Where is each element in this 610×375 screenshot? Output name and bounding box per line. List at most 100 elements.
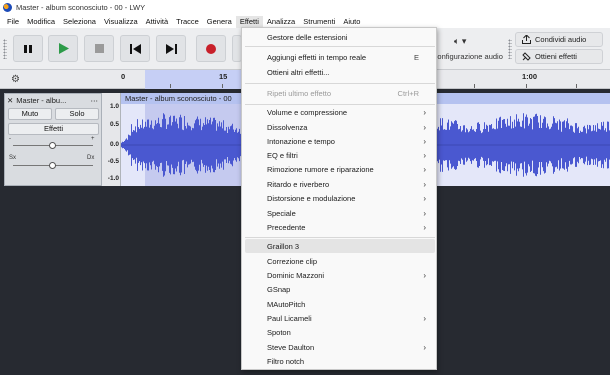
menu-item-shortcut: E	[413, 52, 419, 62]
close-track-icon[interactable]: ✕	[7, 96, 13, 105]
ruler-mark	[526, 84, 527, 88]
menu-separator	[245, 237, 435, 238]
menu-file[interactable]: File	[3, 16, 23, 28]
timeline-settings-icon[interactable]: ⚙	[9, 73, 22, 86]
track-effects-button[interactable]: Effetti	[8, 123, 99, 135]
menu-analizza[interactable]: Analizza	[263, 16, 299, 28]
menu-item-plugin-manager[interactable]: Gestore delle estensioni	[245, 30, 435, 44]
upload-icon	[522, 35, 531, 44]
title-bar: Master - album sconosciuto - 00 - LWY	[0, 0, 610, 15]
menu-item-delay-reverb[interactable]: Ritardo e riverbero ›	[245, 177, 435, 191]
chevron-right-icon: ›	[423, 122, 426, 132]
speaker-icon: 🔈︎ ▾	[454, 36, 467, 46]
menu-item-label: Filtro notch	[267, 356, 305, 366]
amplitude-scale: 1.0 0.5 0.0 -0.5 -1.0	[102, 93, 121, 186]
chevron-right-icon: ›	[423, 136, 426, 146]
scale-label: -0.5	[107, 158, 119, 165]
pan-slider-knob[interactable]	[49, 162, 56, 169]
ruler-mark	[170, 84, 171, 88]
menu-item-noise-removal[interactable]: Rimozione rumore e riparazione ›	[245, 162, 435, 176]
menu-tracce[interactable]: Tracce	[172, 16, 203, 28]
plugin-icon	[522, 52, 531, 61]
menu-item-steve-daulton[interactable]: Steve Daulton ›	[245, 340, 435, 354]
menu-item-pitch-tempo[interactable]: Intonazione e tempo ›	[245, 134, 435, 148]
window-title: Master - album sconosciuto - 00 - LWY	[16, 3, 146, 12]
scale-label: 1.0	[109, 103, 119, 110]
menu-item-distortion-modulation[interactable]: Distorsione e modulazione ›	[245, 191, 435, 205]
gain-slider-knob[interactable]	[49, 142, 56, 149]
track-menu-icon[interactable]: ⋯	[91, 96, 99, 105]
menu-attivita[interactable]: Attività	[142, 16, 173, 28]
menu-strumenti[interactable]: Strumenti	[299, 16, 339, 28]
menu-item-label: Speciale	[267, 208, 296, 218]
menu-item-mautopitch[interactable]: MAutoPitch	[245, 297, 435, 311]
menu-item-volume-compression[interactable]: Volume e compressione ›	[245, 105, 435, 119]
share-audio-button[interactable]: Condividi audio	[515, 32, 603, 47]
mute-button[interactable]: Muto	[8, 108, 52, 120]
skip-to-start-button[interactable]	[120, 35, 150, 62]
scale-label: 0.0	[109, 141, 119, 148]
toolbar-grip[interactable]	[3, 39, 7, 59]
menu-item-label: Steve Daulton	[267, 342, 315, 352]
pause-button[interactable]	[13, 35, 43, 62]
menu-item-get-more-effects[interactable]: Ottieni altri effetti...	[245, 65, 435, 79]
menu-item-label: EQ e filtri	[267, 150, 298, 160]
menu-item-legacy[interactable]: Precedente ›	[245, 220, 435, 234]
chevron-right-icon: ›	[423, 164, 426, 174]
menu-item-graillon-3[interactable]: Graillon 3	[245, 239, 435, 253]
record-button[interactable]	[196, 35, 226, 62]
track-header: ✕ Master - albu... ⋯	[5, 94, 101, 106]
menu-item-fading[interactable]: Dissolvenza ›	[245, 120, 435, 134]
solo-button[interactable]: Solo	[55, 108, 99, 120]
chevron-right-icon: ›	[423, 270, 426, 280]
chevron-right-icon: ›	[423, 179, 426, 189]
ruler-mark	[222, 84, 223, 88]
menu-item-eq-filters[interactable]: EQ e filtri ›	[245, 148, 435, 162]
menu-item-label: Graillon 3	[267, 241, 300, 251]
pan-left-label: Sx	[9, 155, 17, 161]
toolbar-grip-2[interactable]	[508, 39, 512, 59]
menu-item-label: Distorsione e modulazione	[267, 193, 356, 203]
menu-separator	[245, 83, 435, 84]
scale-label: -1.0	[107, 175, 119, 182]
menu-item-label: Aggiungi effetti in tempo reale	[267, 52, 367, 62]
menu-genera[interactable]: Genera	[203, 16, 236, 28]
get-effects-button[interactable]: Ottieni effetti	[515, 49, 603, 64]
skip-to-end-button[interactable]	[156, 35, 186, 62]
stop-icon	[94, 44, 104, 53]
menu-item-label: Correzione clip	[267, 256, 318, 266]
menu-effetti[interactable]: Effetti	[235, 15, 263, 28]
audio-setup-label: Configurazione audio	[432, 52, 503, 61]
stop-button[interactable]	[84, 35, 114, 62]
share-audio-label: Condividi audio	[535, 35, 587, 44]
menu-item-gsnap[interactable]: GSnap	[245, 282, 435, 296]
menu-item-label: Ritardo e riverbero	[267, 179, 330, 189]
menu-modifica[interactable]: Modifica	[23, 16, 59, 28]
audio-setup-button[interactable]: 🔈︎ ▾ Configurazione audio	[432, 34, 507, 64]
menu-item-notch-filter[interactable]: Filtro notch	[245, 354, 435, 368]
chevron-right-icon: ›	[423, 222, 426, 232]
track-name[interactable]: Master - albu...	[16, 96, 66, 105]
menu-item-spoton[interactable]: Spoton	[245, 325, 435, 339]
ruler-tick-1-00: 1:00	[522, 72, 538, 81]
chevron-right-icon: ›	[423, 342, 426, 352]
menu-item-special[interactable]: Speciale ›	[245, 206, 435, 220]
menu-item-paul-licameli[interactable]: Paul Licameli ›	[245, 311, 435, 325]
app-logo-icon	[3, 3, 12, 12]
menu-item-clip-fix[interactable]: Correzione clip	[245, 254, 435, 268]
menu-aiuto[interactable]: Aiuto	[339, 16, 364, 28]
menu-item-repeat-last-effect[interactable]: Ripeti ultimo effetto Ctrl+R	[245, 86, 435, 100]
gain-minus-label: -	[9, 136, 11, 142]
chevron-right-icon: ›	[423, 193, 426, 203]
menu-item-label: Ripeti ultimo effetto	[267, 88, 332, 98]
menu-item-add-realtime-effects[interactable]: Aggiungi effetti in tempo reale E	[245, 50, 435, 64]
menu-item-dominic-mazzoni[interactable]: Dominic Mazzoni ›	[245, 268, 435, 282]
menu-item-label: Gestore delle estensioni	[267, 32, 348, 42]
menu-item-label: Ottieni altri effetti...	[267, 67, 330, 77]
pan-right-label: Dx	[87, 155, 95, 161]
play-button[interactable]	[48, 35, 78, 62]
menu-seleziona[interactable]: Seleziona	[59, 16, 100, 28]
menu-item-label: Precedente	[267, 222, 306, 232]
menu-visualizza[interactable]: Visualizza	[100, 16, 142, 28]
play-icon	[58, 43, 69, 54]
